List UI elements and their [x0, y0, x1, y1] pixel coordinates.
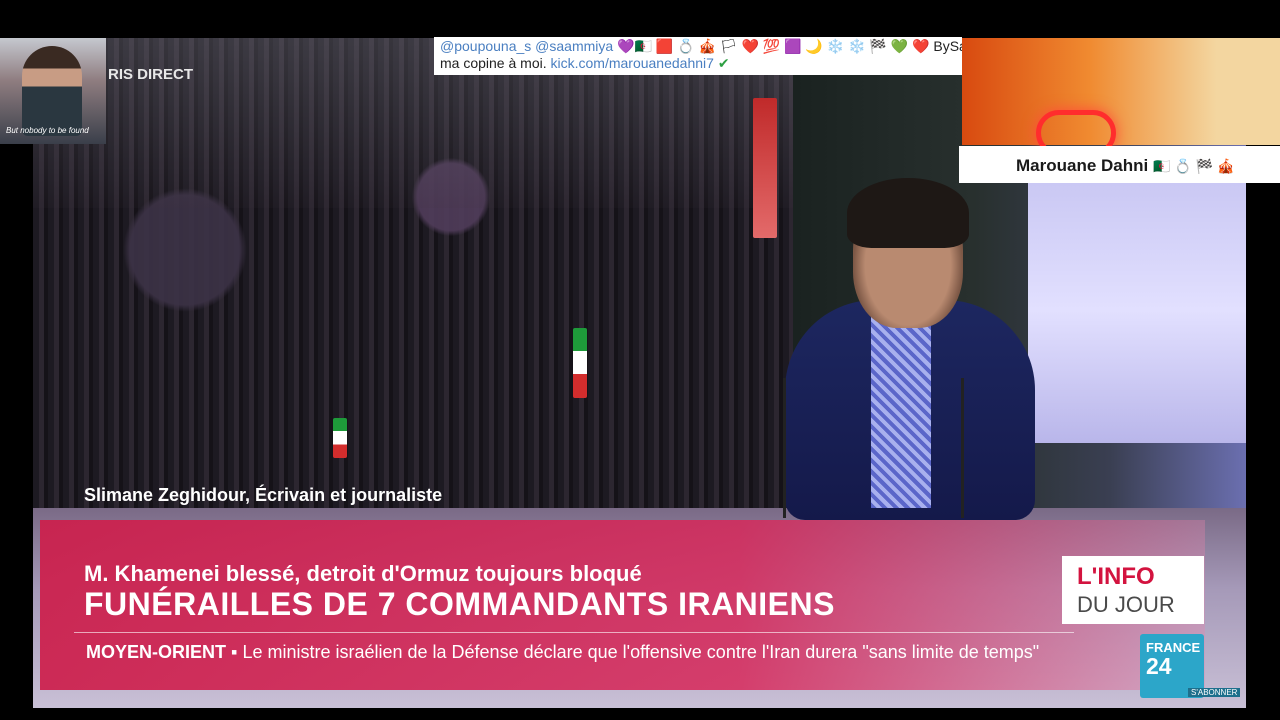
flag-icon — [753, 98, 777, 238]
streamer-name-emojis: 🇩🇿 💍 🏁 🎪 — [1152, 158, 1235, 174]
studio-screen — [1028, 178, 1246, 443]
ticker-label: MOYEN-ORIENT — [86, 642, 227, 662]
profile-banner — [962, 38, 1280, 145]
network-number: 24 — [1146, 653, 1172, 679]
webcam-caption: But nobody to be found — [6, 126, 89, 135]
microphone-icon — [783, 378, 786, 518]
chat-message-line: @poupouna_s @saammiya 💜🇩🇿 🟥 💍 🎪 🏳 ❤️ 💯 🟪… — [440, 38, 992, 55]
subscribe-button[interactable]: S'ABONNER — [1188, 688, 1241, 697]
channel-logo: RIS DIRECT — [108, 66, 194, 83]
chat-message-line: ma copine à moi. kick.com/marouanedahni7… — [440, 55, 730, 72]
flag-icon — [333, 418, 347, 458]
news-subtitle: M. Khamenei blessé, detroit d'Ormuz touj… — [84, 561, 642, 586]
flag-icon — [573, 328, 587, 398]
microphone-icon — [961, 378, 964, 518]
streamer-name-label: Marouane Dahni — [1016, 156, 1149, 175]
chat-emojis: 💜🇩🇿 🟥 💍 🎪 🏳 ❤️ 💯 🟪 🌙 ❄️ ❄️ 🏁 💚 ❤️ — [617, 38, 930, 54]
chat-link[interactable]: kick.com/marouanedahni7 — [551, 55, 714, 71]
ticker-divider — [74, 632, 1074, 633]
guest-hair — [847, 178, 969, 248]
ticker-bullet: ▪ — [231, 642, 238, 662]
show-title: L'INFO — [1077, 563, 1155, 590]
chat-text: ma copine à moi. — [440, 55, 547, 71]
chat-usernames[interactable]: @poupouna_s @saammiya — [440, 38, 613, 54]
news-ticker: MOYEN-ORIENT ▪ Le ministre israélien de … — [86, 640, 1066, 665]
verified-check-icon: ✔ — [717, 55, 730, 71]
streamer-name: Marouane Dahni 🇩🇿 💍 🏁 🎪 — [1016, 156, 1234, 176]
show-subtitle: DU JOUR — [1077, 592, 1175, 617]
ticker-text: Le ministre israélien de la Défense décl… — [242, 642, 1040, 662]
guest-shirt — [871, 308, 931, 508]
streamer-avatar — [22, 46, 82, 136]
news-headline: FUNÉRAILLES DE 7 COMMANDANTS IRANIENS — [84, 586, 835, 622]
guest-caption: Slimane Zeghidour, Écrivain et journalis… — [84, 485, 443, 505]
